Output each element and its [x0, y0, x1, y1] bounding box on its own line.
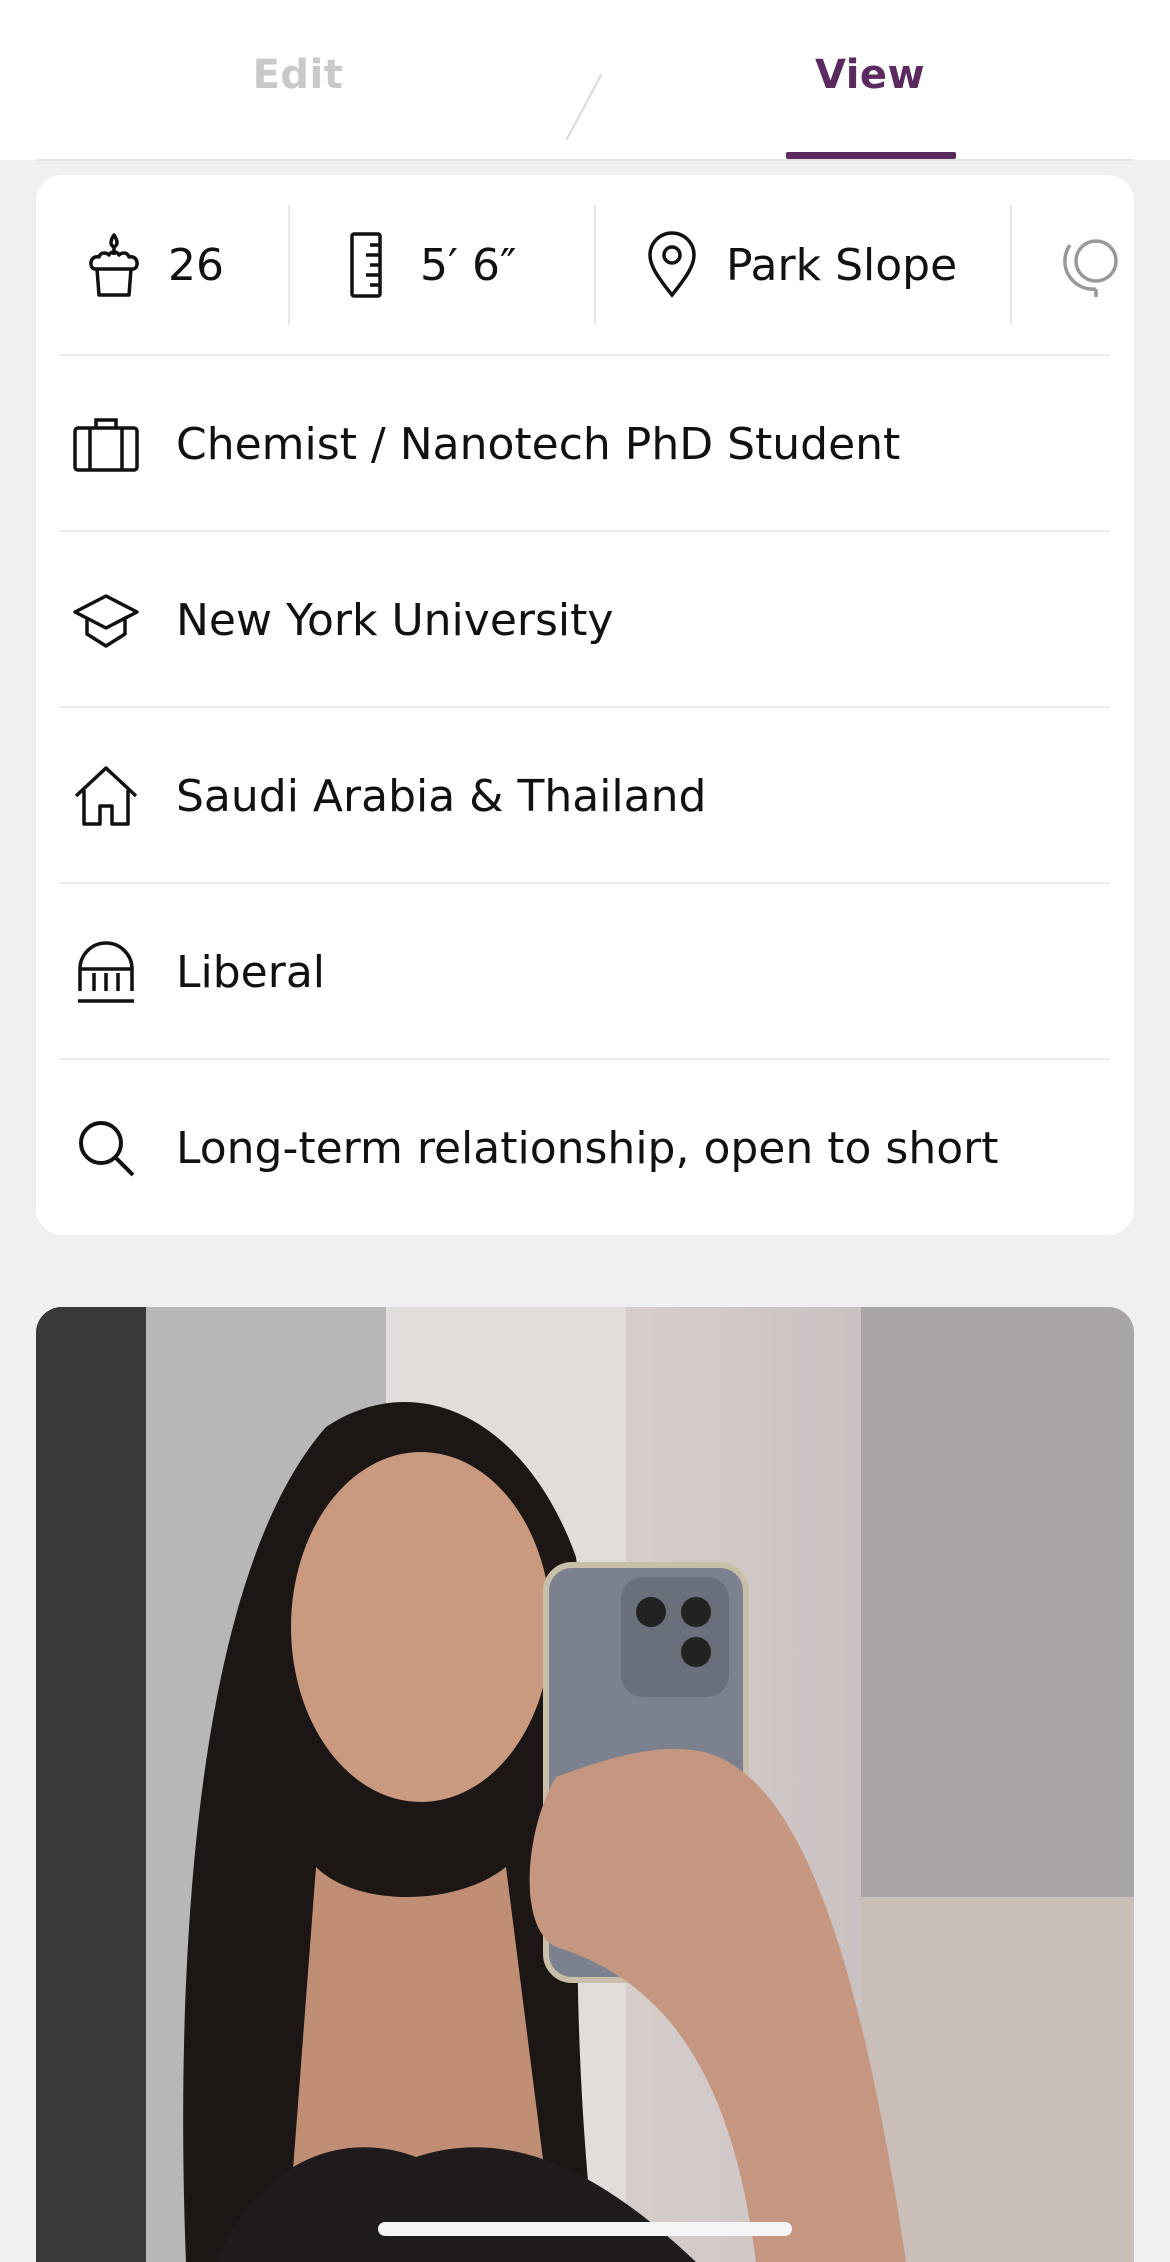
home-icon: [70, 760, 142, 832]
detail-row-hometown[interactable]: Saudi Arabia & Thailand: [36, 708, 1134, 884]
detail-label: Liberal: [176, 946, 326, 998]
search-icon: [70, 1112, 142, 1184]
detail-label: New York University: [176, 594, 614, 646]
stat-divider: [288, 205, 290, 325]
tab-edit[interactable]: Edit: [198, 52, 398, 98]
tabbar-divider: [36, 159, 1134, 161]
stat-height: 5′ 6″: [332, 205, 516, 325]
detail-label: Chemist / Nanotech PhD Student: [176, 418, 901, 470]
tab-separator: [565, 73, 603, 141]
location-value: Park Slope: [726, 239, 958, 291]
graduation-cap-icon: [70, 584, 142, 656]
age-value: 26: [168, 239, 224, 291]
stat-divider: [594, 205, 596, 325]
detail-label: Saudi Arabia & Thailand: [176, 770, 707, 822]
active-tab-indicator: [786, 152, 956, 159]
ruler-icon: [332, 231, 400, 299]
height-value: 5′ 6″: [420, 239, 517, 291]
tab-view[interactable]: View: [770, 52, 970, 98]
stat-more: [1056, 205, 1124, 325]
home-indicator[interactable]: [378, 2222, 792, 2236]
detail-row-intentions[interactable]: Long-term relationship, open to short: [36, 1060, 1134, 1235]
stat-location: Park Slope: [638, 205, 957, 325]
politics-dome-icon: [70, 936, 142, 1008]
detail-label: Long-term relationship, open to short: [176, 1122, 999, 1174]
stat-divider: [1010, 205, 1012, 325]
stats-row[interactable]: 26 5′ 6″ Park Slope: [36, 175, 1134, 355]
profile-info-card: 26 5′ 6″ Park Slope Chemist / Nanotech P…: [36, 175, 1134, 1235]
profile-photo[interactable]: [36, 1307, 1134, 2262]
briefcase-icon: [70, 408, 142, 480]
location-pin-icon: [638, 231, 706, 299]
detail-row-politics[interactable]: Liberal: [36, 884, 1134, 1060]
edit-view-tabbar: Edit View: [0, 0, 1170, 161]
detail-row-job[interactable]: Chemist / Nanotech PhD Student: [36, 356, 1134, 532]
globe-icon: [1056, 231, 1124, 299]
profile-photo-illustration: [36, 1307, 1134, 2262]
detail-row-school[interactable]: New York University: [36, 532, 1134, 708]
stat-age: 26: [80, 205, 224, 325]
birthday-cake-icon: [80, 231, 148, 299]
